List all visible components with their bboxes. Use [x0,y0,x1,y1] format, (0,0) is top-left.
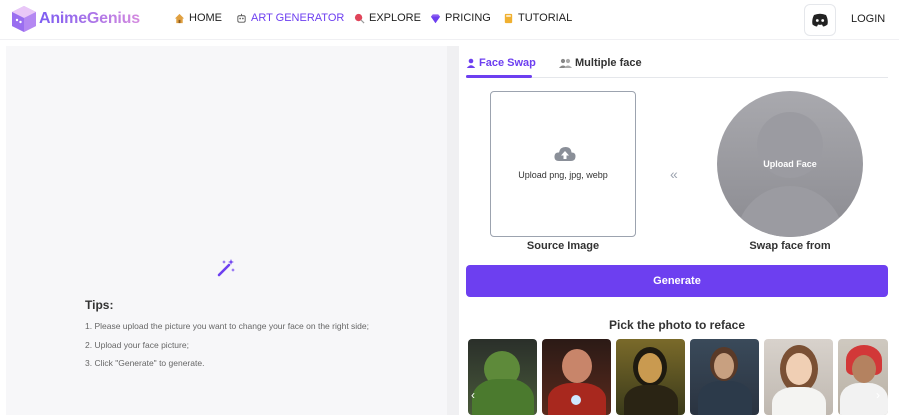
nav-explore[interactable]: EXPLORE [354,12,421,24]
discord-icon [812,13,828,27]
gem-icon [430,13,441,23]
gallery-prev-arrow[interactable]: ‹ [471,388,475,402]
logo-text: AnimeGenius [39,10,140,27]
tip-item: 2. Upload your face picture; [85,340,189,350]
gallery-title: Pick the photo to reface [608,318,746,332]
panel-divider [447,46,459,415]
active-tab-indicator [466,75,532,78]
swap-face-label: Swap face from [749,240,831,252]
tip-item: 1. Please upload the picture you want to… [85,321,369,331]
house-icon [174,13,185,23]
tip-item: 3. Click "Generate" to generate. [85,358,205,368]
tab-multiple-face-label: Multiple face [575,57,642,69]
swap-upload-text: Upload Face [763,159,817,169]
nav-tutorial-label: TUTORIAL [518,12,573,24]
generate-button[interactable]: Generate [466,265,888,297]
swap-face-upload[interactable]: Upload Face [717,91,863,237]
avatar-placeholder-body [736,186,844,237]
nav-home-label: HOME [189,12,222,24]
gallery-next-arrow[interactable]: › [876,388,880,402]
logo-cube-icon [12,6,36,32]
nav-explore-label: EXPLORE [369,12,421,24]
tips-title: Tips: [85,298,114,312]
top-nav-bar: AnimeGenius HOME ART GENERATOR EXPLORE P… [0,0,899,40]
book-icon [504,13,513,23]
user-icon [466,58,476,68]
gallery-photo-hulk[interactable] [468,339,537,415]
login-link[interactable]: LOGIN [851,13,885,25]
gallery-photo-mona-lisa[interactable] [616,339,685,415]
users-icon [559,58,572,68]
source-upload-text: Upload png, jpg, webp [518,170,608,180]
nav-art-generator-label: ART GENERATOR [251,12,345,24]
tab-multiple-face[interactable]: Multiple face [559,57,642,69]
tab-face-swap-label: Face Swap [479,57,536,69]
gallery-photo-iron-man[interactable] [542,339,611,415]
gallery-photo-knight[interactable] [690,339,759,415]
preview-panel: Tips: 1. Please upload the picture you w… [6,46,447,415]
robot-icon [237,13,246,23]
lollipop-icon [354,13,365,24]
tab-face-swap[interactable]: Face Swap [466,57,536,69]
swap-direction-chevron: « [670,166,678,182]
logo[interactable]: AnimeGenius [11,5,140,33]
magic-wand-icon [217,259,235,277]
nav-pricing[interactable]: PRICING [430,12,491,24]
nav-home[interactable]: HOME [174,12,222,24]
source-image-upload[interactable]: Upload png, jpg, webp [490,91,636,237]
gallery-photo-woman[interactable] [764,339,833,415]
discord-button[interactable] [804,4,836,36]
nav-pricing-label: PRICING [445,12,491,24]
nav-tutorial[interactable]: TUTORIAL [503,12,572,24]
nav-art-generator[interactable]: ART GENERATOR [236,12,344,24]
source-image-label: Source Image [526,240,600,252]
cloud-upload-icon [554,147,576,161]
gallery-photo-arab-man[interactable] [838,339,888,415]
